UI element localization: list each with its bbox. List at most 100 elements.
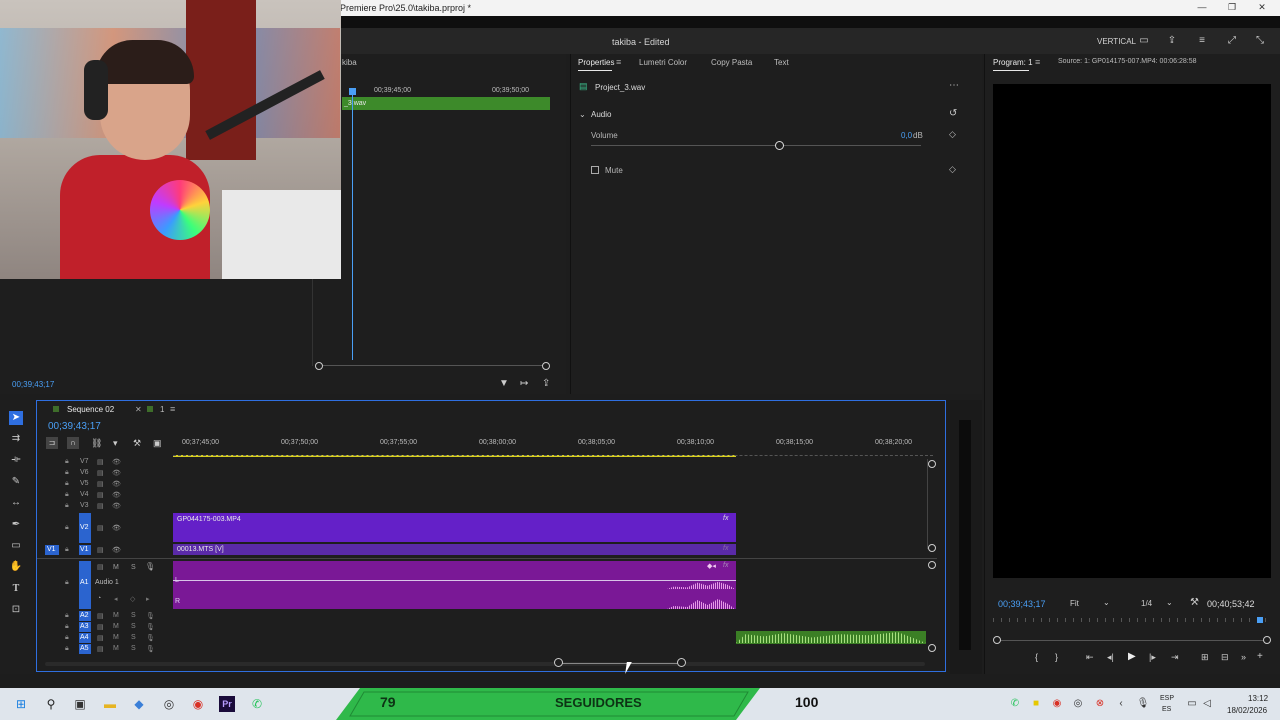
volume-slider-track[interactable] bbox=[591, 145, 921, 146]
program-zoom-bar[interactable] bbox=[993, 640, 1271, 641]
zoom-handle-left[interactable] bbox=[315, 362, 323, 370]
selection-tool-icon[interactable]: ➤ bbox=[9, 411, 23, 425]
chevron-down-icon[interactable]: ⌄ bbox=[1166, 598, 1173, 607]
panel-menu-icon[interactable]: ≡ bbox=[170, 404, 175, 414]
program-playhead[interactable] bbox=[1257, 617, 1263, 623]
mute-toggle[interactable]: M bbox=[113, 612, 119, 619]
close-icon[interactable]: ✕ bbox=[135, 405, 142, 414]
sync-icon[interactable]: ▤ bbox=[97, 645, 104, 653]
lock-icon[interactable]: 🔒︎ bbox=[65, 579, 69, 587]
sync-icon[interactable]: ▤ bbox=[97, 623, 104, 631]
panel-menu-icon[interactable]: ≡ bbox=[1035, 57, 1040, 67]
sync-icon[interactable]: ▤ bbox=[97, 502, 104, 510]
volume-slider-handle[interactable] bbox=[775, 141, 785, 150]
volume-value[interactable]: 0,0 bbox=[901, 131, 912, 140]
scroll-handle-left[interactable] bbox=[554, 658, 563, 667]
notes-tray-icon[interactable]: ■ bbox=[1028, 696, 1044, 712]
lock-icon[interactable]: 🔒︎ bbox=[65, 458, 69, 466]
sequence-tab[interactable]: Sequence 02 bbox=[67, 405, 114, 414]
whatsapp-icon[interactable]: ✆ bbox=[249, 696, 265, 712]
tab-program[interactable]: Program: 1 bbox=[993, 58, 1033, 67]
clock-time[interactable]: 13:12 bbox=[1248, 694, 1268, 703]
scroll-handle[interactable] bbox=[928, 460, 936, 468]
program-video-canvas[interactable] bbox=[993, 84, 1271, 578]
search-icon[interactable]: ⚲ bbox=[43, 696, 59, 712]
chevron-up-icon[interactable]: ‹ bbox=[1113, 696, 1129, 712]
sequence-tab-2[interactable]: 1 bbox=[160, 405, 164, 414]
solo-toggle[interactable]: S bbox=[131, 645, 136, 652]
eye-icon[interactable]: 👁︎ bbox=[112, 469, 121, 477]
volume-knob-icon[interactable]: ◔ bbox=[97, 595, 101, 602]
slip-icon[interactable]: ↔ bbox=[9, 496, 23, 510]
zoom-handle-left[interactable] bbox=[993, 636, 1001, 644]
keyframe-icon[interactable]: ◇ bbox=[949, 129, 956, 140]
export-icon[interactable]: ⇪ bbox=[542, 378, 550, 389]
whatsapp-tray-icon[interactable]: ✆ bbox=[1007, 696, 1023, 712]
scroll-thumb[interactable] bbox=[559, 663, 681, 664]
wrench-icon[interactable]: ⚒ bbox=[133, 438, 141, 449]
solo-toggle[interactable]: S bbox=[131, 623, 136, 630]
mute-toggle[interactable]: M bbox=[113, 623, 119, 630]
wrench-icon[interactable]: ⚒ bbox=[1190, 597, 1199, 608]
chrome-tray-icon[interactable]: ◉ bbox=[1049, 696, 1065, 712]
chrome-icon[interactable]: ◉ bbox=[190, 696, 206, 712]
tab-properties[interactable]: Properties bbox=[578, 58, 614, 67]
restore-button[interactable]: ❐ bbox=[1226, 2, 1238, 14]
generative-icon[interactable]: ⊡ bbox=[9, 603, 23, 617]
fit-dropdown[interactable]: Fit bbox=[1070, 599, 1079, 608]
solo-toggle[interactable]: S bbox=[131, 634, 136, 641]
solo-toggle[interactable]: S bbox=[131, 564, 136, 571]
scroll-handle[interactable] bbox=[928, 544, 936, 552]
mute-checkbox[interactable] bbox=[591, 166, 599, 174]
filter-icon[interactable]: ▼ bbox=[499, 378, 509, 389]
marker-icon[interactable]: ▾ bbox=[113, 438, 118, 449]
sync-icon[interactable]: ▤ bbox=[97, 469, 104, 477]
volume-rubber-band[interactable] bbox=[173, 580, 736, 581]
sync-icon[interactable]: ▤ bbox=[97, 458, 104, 466]
add-button-icon[interactable]: + bbox=[1257, 651, 1263, 662]
speaker-icon[interactable]: ◁ bbox=[1199, 696, 1215, 712]
lock-icon[interactable]: 🔒︎ bbox=[65, 623, 69, 631]
microphone-tray-icon[interactable]: 🎙︎ bbox=[1135, 696, 1151, 712]
lock-icon[interactable]: 🔒︎ bbox=[65, 546, 69, 554]
eye-icon[interactable]: 👁︎ bbox=[112, 458, 121, 466]
keyframe-icon[interactable]: ◇ bbox=[949, 164, 956, 175]
microphone-icon[interactable]: 🎙︎ bbox=[145, 562, 155, 571]
zoom-handle-right[interactable] bbox=[1263, 636, 1271, 644]
next-keyframe-icon[interactable]: ▸ bbox=[146, 595, 150, 603]
go-to-in-icon[interactable]: ⇤ bbox=[1086, 652, 1094, 663]
razor-icon[interactable]: ✎ bbox=[9, 475, 23, 489]
reset-icon[interactable]: ↺ bbox=[949, 108, 957, 119]
eye-icon[interactable]: 👁︎ bbox=[112, 546, 121, 554]
resolution-dropdown[interactable]: 1/4 bbox=[1141, 599, 1152, 608]
ripple-edit-icon[interactable]: ⟛ bbox=[9, 453, 23, 467]
sync-icon[interactable]: ▤ bbox=[97, 634, 104, 642]
source-patch-v1[interactable]: V1 bbox=[45, 545, 59, 555]
microphone-icon[interactable]: 🎙︎ bbox=[146, 612, 155, 620]
scroll-handle[interactable] bbox=[928, 561, 936, 569]
type-tool-icon[interactable]: T bbox=[9, 582, 23, 596]
windows-start-icon[interactable]: ⊞ bbox=[13, 696, 29, 712]
scroll-handle-right[interactable] bbox=[677, 658, 686, 667]
steam-tray-icon[interactable]: ◎ bbox=[1070, 696, 1086, 712]
step-forward-icon[interactable]: |▸ bbox=[1149, 652, 1156, 663]
rectangle-icon[interactable]: ▭ bbox=[9, 539, 23, 553]
tab-copy-pasta[interactable]: Copy Pasta bbox=[711, 58, 752, 67]
go-to-out-icon[interactable]: ⇥ bbox=[1171, 652, 1179, 663]
clock-date[interactable]: 18/02/2026 bbox=[1227, 706, 1267, 715]
lock-icon[interactable]: 🔒︎ bbox=[65, 480, 69, 488]
steam-icon[interactable]: ◎ bbox=[161, 696, 177, 712]
file-explorer-icon[interactable]: ▬ bbox=[102, 696, 118, 712]
microphone-icon[interactable]: 🎙︎ bbox=[146, 645, 155, 653]
close-button[interactable]: ✕ bbox=[1256, 2, 1268, 14]
tab-lumetri[interactable]: Lumetri Color bbox=[639, 58, 687, 67]
lock-icon[interactable]: 🔒︎ bbox=[65, 612, 69, 620]
video-clip-v1[interactable]: 00013.MTS [V] fx bbox=[173, 544, 736, 555]
zoom-bar[interactable] bbox=[318, 365, 548, 366]
pen-icon[interactable]: ✒ bbox=[9, 518, 23, 532]
workspace-label[interactable]: VERTICAL bbox=[1097, 37, 1136, 46]
mute-toggle[interactable]: M bbox=[113, 645, 119, 652]
extract-icon[interactable]: ⊟ bbox=[1221, 652, 1229, 663]
track-select-icon[interactable]: ⇉ bbox=[9, 432, 23, 446]
scroll-handle[interactable] bbox=[928, 644, 936, 652]
